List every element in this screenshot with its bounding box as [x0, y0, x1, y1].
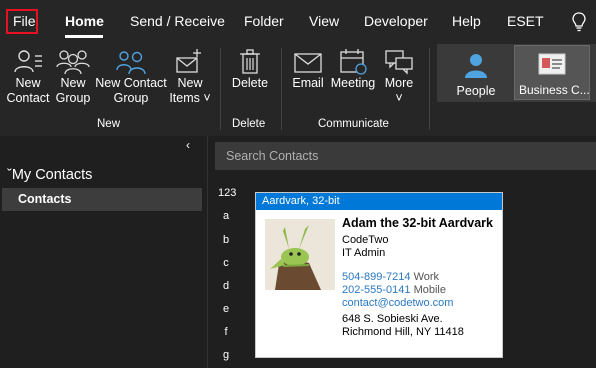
- new-group-label-2: Group: [55, 91, 91, 105]
- mobile-phone-link[interactable]: 202-555-0141: [342, 284, 411, 296]
- pane-divider: [207, 136, 208, 368]
- meeting-button[interactable]: Meeting: [329, 48, 377, 91]
- index-f[interactable]: f: [218, 326, 234, 338]
- work-phone-type: Work: [413, 271, 440, 283]
- my-contacts-label: My Contacts: [11, 167, 93, 183]
- person-icon: [465, 54, 487, 78]
- work-phone-row: 504-899-7214 Work: [342, 271, 439, 283]
- menu-send-receive[interactable]: Send / Receive: [130, 13, 225, 29]
- index-g[interactable]: g: [218, 349, 234, 361]
- index-c[interactable]: c: [218, 257, 234, 269]
- delete-group-label: Delete: [232, 118, 266, 130]
- ribbon-separator: [220, 48, 221, 130]
- trash-icon: [240, 49, 260, 74]
- ribbon: New Contact New Group New Contact Group …: [0, 44, 596, 136]
- business-card-icon: [538, 53, 566, 75]
- new-group-label: New: [97, 118, 121, 130]
- people-icon: [56, 50, 90, 75]
- card-header: Aardvark, 32-bit: [256, 193, 502, 210]
- new-group-button[interactable]: New Group: [53, 48, 93, 106]
- menu-eset[interactable]: ESET: [507, 13, 544, 29]
- contact-name: Adam the 32-bit Aardvark: [342, 216, 493, 230]
- work-phone-link[interactable]: 504-899-7214: [342, 271, 411, 283]
- communicate-group-label: Communicate: [318, 118, 389, 130]
- search-placeholder: Search Contacts: [226, 149, 319, 163]
- more-label: More: [384, 76, 414, 90]
- contact-group-icon: [116, 51, 146, 75]
- email-link[interactable]: contact@codetwo.com: [342, 297, 453, 309]
- index-b[interactable]: b: [218, 234, 234, 246]
- search-input[interactable]: Search Contacts: [215, 142, 596, 170]
- new-group-label-1: New: [60, 76, 86, 90]
- my-contacts-section[interactable]: ˇMy Contacts: [7, 167, 92, 183]
- more-button[interactable]: More ˅: [380, 48, 418, 106]
- contact-company: CodeTwo: [342, 234, 389, 246]
- new-contact-group-label-1: New Contact: [95, 76, 167, 90]
- new-items-label-2: Items ˅: [169, 91, 211, 105]
- index-e[interactable]: e: [218, 303, 234, 315]
- business-card-view-label: Business C...: [519, 83, 590, 97]
- person-icon: [14, 50, 42, 73]
- ribbon-separator: [429, 48, 430, 130]
- menu-home[interactable]: Home: [65, 13, 104, 29]
- more-dropdown-icon: ˅: [395, 91, 403, 105]
- ribbon-separator: [281, 48, 282, 130]
- delete-button[interactable]: Delete: [226, 48, 274, 91]
- address-line-2: Richmond Hill, NY 11418: [342, 326, 464, 338]
- new-contact-button[interactable]: New Contact: [4, 48, 52, 106]
- active-tab-indicator: [65, 35, 103, 38]
- menu-developer[interactable]: Developer: [364, 13, 428, 29]
- new-contact-group-button[interactable]: New Contact Group: [95, 48, 167, 106]
- nav-item-contacts[interactable]: Contacts: [2, 188, 202, 211]
- content-area: ‹ ˇMy Contacts Contacts Search Contacts …: [0, 136, 596, 368]
- delete-label: Delete: [231, 76, 269, 90]
- new-contact-label-1: New: [15, 76, 41, 90]
- menu-bar: File Home Send / Receive Folder View Dev…: [0, 0, 596, 44]
- envelope-icon: [294, 53, 322, 73]
- contact-job-title: IT Admin: [342, 247, 386, 259]
- index-d[interactable]: d: [218, 280, 234, 292]
- new-items-label-1: New: [177, 76, 203, 90]
- people-view-button[interactable]: People: [450, 50, 502, 99]
- menu-view[interactable]: View: [309, 13, 339, 29]
- contact-photo: [265, 219, 335, 290]
- nav-item-contacts-label: Contacts: [18, 192, 72, 206]
- lightbulb-icon[interactable]: [572, 12, 586, 37]
- new-contact-label-2: Contact: [6, 91, 50, 105]
- calendar-icon: [340, 49, 367, 75]
- business-card[interactable]: Aardvark, 32-bit Adam the 32-bit Aardvar…: [255, 192, 503, 358]
- address-line-1: 648 S. Sobieski Ave.: [342, 313, 443, 325]
- new-items-button[interactable]: New Items ˅: [167, 48, 213, 106]
- people-view-label: People: [456, 84, 496, 98]
- index-123[interactable]: 123: [218, 187, 236, 199]
- card-header-label: Aardvark, 32-bit: [262, 195, 340, 207]
- meeting-label: Meeting: [330, 76, 376, 90]
- menu-folder[interactable]: Folder: [244, 13, 284, 29]
- menu-help[interactable]: Help: [452, 13, 481, 29]
- new-items-icon: [176, 49, 201, 73]
- menu-file[interactable]: File: [13, 13, 36, 29]
- index-a[interactable]: a: [218, 210, 234, 222]
- email-label: Email: [292, 76, 324, 90]
- new-contact-group-label-2: Group: [113, 91, 149, 105]
- business-card-view-button[interactable]: Business C...: [514, 45, 590, 100]
- mobile-phone-type: Mobile: [413, 284, 446, 296]
- mobile-phone-row: 202-555-0141 Mobile: [342, 284, 446, 296]
- chat-icon: [385, 50, 413, 75]
- collapse-pane-icon[interactable]: ‹: [186, 138, 190, 152]
- email-button[interactable]: Email: [289, 48, 327, 91]
